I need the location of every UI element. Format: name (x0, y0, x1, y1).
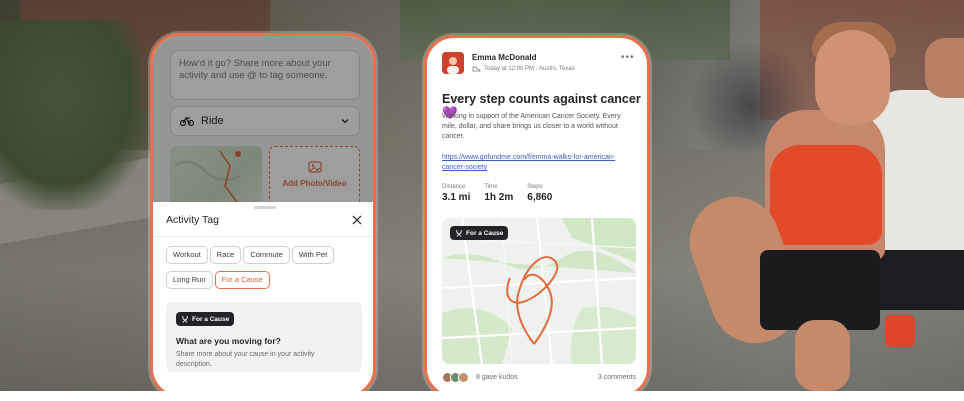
runner-two-shirt (872, 90, 964, 260)
stat-distance: Distance 3.1 mi (442, 184, 470, 203)
stat-label: Distance (442, 184, 466, 190)
cause-description: Share more about your cause in your acti… (176, 351, 315, 368)
kudos-avatar (458, 372, 469, 383)
badge-label: For a Cause (192, 315, 230, 323)
phone-activity-tag: How'd it go? Share more about your activ… (150, 33, 376, 398)
tag-chip-list: Workout Race Commute With Pet Long Run For a… (166, 244, 366, 294)
stat-value: 1h 2m (484, 192, 514, 203)
modal-scrim[interactable] (153, 36, 373, 202)
avatar[interactable] (442, 52, 464, 74)
runner-two-shoe (885, 315, 915, 347)
for-a-cause-badge: For a Cause (176, 312, 235, 326)
cause-icon (456, 229, 462, 237)
runner-shorts (760, 250, 880, 330)
post-meta-text: Today at 12:00 PM · Austin, Texas (484, 66, 575, 72)
tag-chip-workout[interactable]: Workout (166, 246, 208, 264)
author-name[interactable]: Emma McDonald (472, 53, 536, 62)
tag-chip-race[interactable]: Race (209, 246, 242, 264)
stat-label: Steps (527, 184, 543, 190)
stat-steps: Steps 6,860 (527, 184, 552, 203)
tag-chip-commute[interactable]: Commute (243, 246, 290, 264)
stat-value: 6,860 (527, 192, 553, 203)
post-description: Walking in support of the American Cance… (442, 113, 621, 140)
stat-time: Time 1h 2m (484, 184, 513, 203)
kudos-count[interactable]: 8 gave kudos (476, 374, 518, 381)
tag-chip-for-a-cause[interactable]: For a Cause (214, 271, 270, 289)
avatar-image (442, 52, 464, 74)
runner-leg (795, 320, 850, 391)
foliage (0, 20, 150, 210)
more-options-icon[interactable]: ••• (621, 52, 635, 63)
phone-activity-post: Emma McDonald Today at 12:00 PM · Austin… (424, 35, 650, 398)
runner-two-head (925, 38, 964, 98)
divider (153, 236, 373, 237)
post-meta: Today at 12:00 PM · Austin, Texas (472, 66, 575, 72)
badge-label: For a Cause (466, 229, 504, 237)
cause-question: What are you moving for? (176, 336, 281, 346)
kudos-row: 8 gave kudos 3 comments (442, 372, 636, 383)
runner-head (815, 30, 890, 125)
kudos-avatars[interactable] (442, 372, 469, 383)
stat-label: Time (484, 184, 498, 190)
comments-count[interactable]: 3 comments (598, 374, 636, 381)
shoe-icon (472, 66, 481, 72)
map-for-a-cause-badge: For a Cause (450, 226, 509, 240)
caption-strip (0, 391, 964, 401)
runner-two-shorts (874, 250, 964, 310)
stat-value: 3.1 mi (442, 192, 471, 203)
close-icon[interactable] (351, 214, 363, 226)
route-map[interactable]: For a Cause (442, 218, 636, 364)
post-title-text: Every step counts against cancer (442, 92, 641, 106)
activity-stats: Distance 3.1 mi Time 1h 2m Steps 6,860 (442, 184, 552, 203)
activity-post: Emma McDonald Today at 12:00 PM · Austin… (427, 38, 647, 395)
activity-tag-sheet: Activity Tag Workout Race Commute With Pet … (153, 202, 373, 395)
cause-icon (182, 315, 188, 323)
cause-info-card: For a Cause What are you moving for? Sha… (166, 302, 362, 372)
sheet-title: Activity Tag (166, 214, 219, 226)
tag-chip-long-run[interactable]: Long Run (166, 271, 213, 289)
runner-sports-top (770, 145, 882, 245)
tag-chip-with-pet[interactable]: With Pet (291, 246, 335, 264)
fundraiser-link[interactable]: https://www.gofundme.com/f/emma-walks-fo… (442, 153, 632, 173)
sheet-drag-handle[interactable] (254, 206, 276, 209)
